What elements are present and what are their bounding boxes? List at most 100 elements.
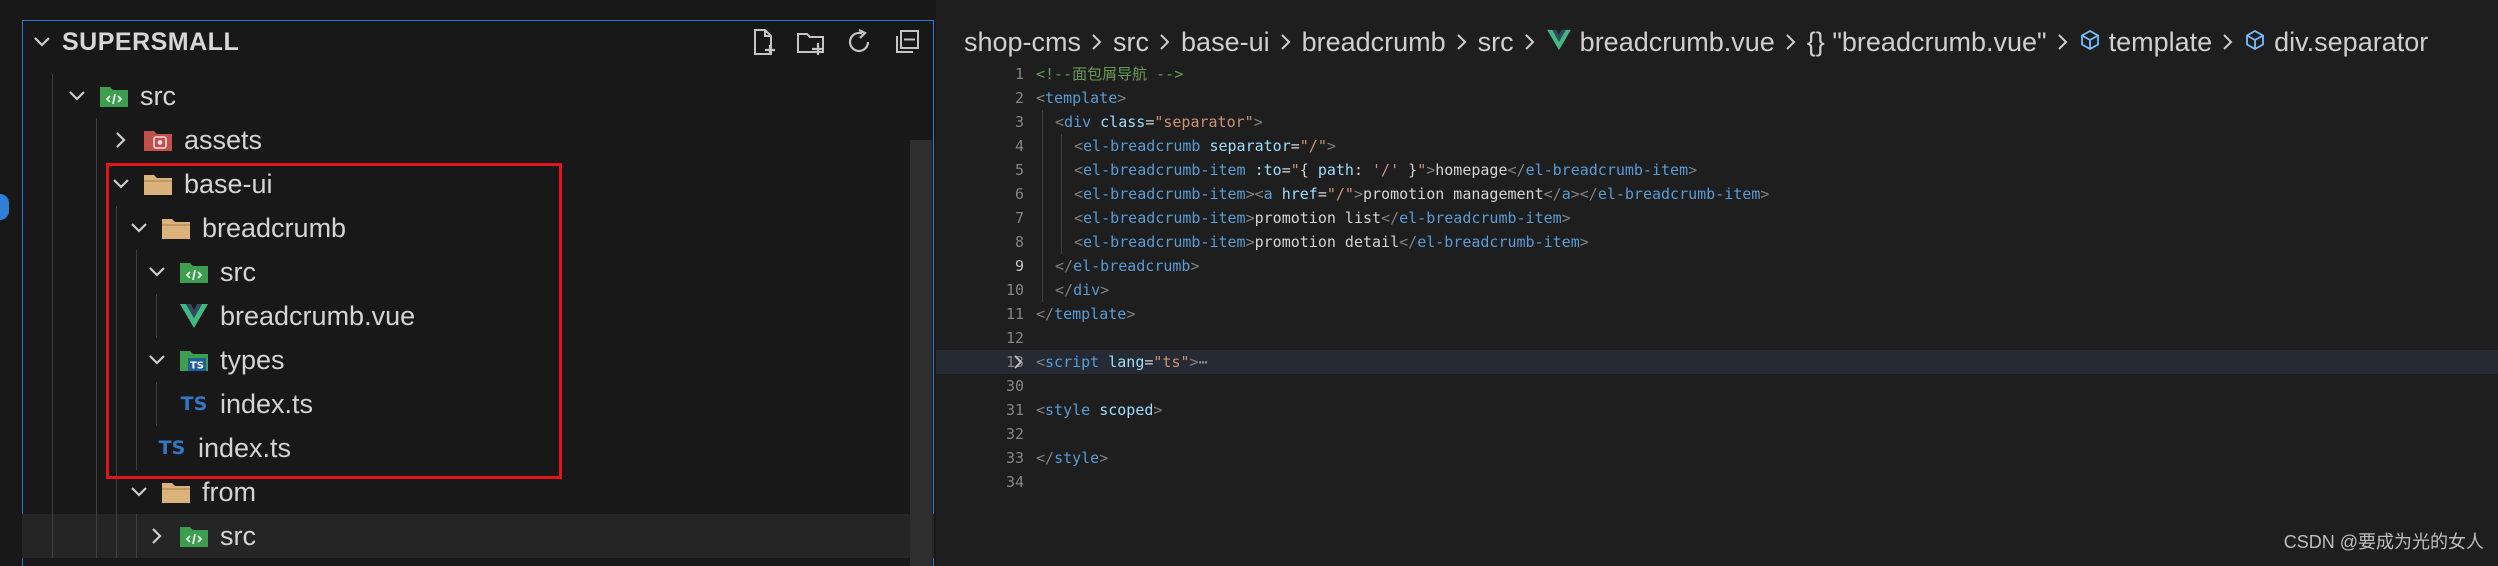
code-token: < — [1074, 209, 1084, 227]
line-number: 2 — [1014, 89, 1024, 107]
chevron-right-icon[interactable] — [110, 118, 132, 162]
code-line[interactable]: 7 <el-breadcrumb-item>promotion list</el-… — [936, 206, 2498, 230]
breadcrumb: shop-cms src base-ui breadcrumb src brea… — [964, 20, 2428, 64]
code-line[interactable]: 32 — [936, 422, 2498, 446]
code-line[interactable]: 8 <el-breadcrumb-item>promotion detail</e… — [936, 230, 2498, 254]
code-token: el-breadcrumb-item — [1083, 233, 1246, 251]
code-token: lang — [1108, 353, 1145, 371]
code-token: > — [1253, 113, 1263, 131]
code-line[interactable]: 2 <template> — [936, 86, 2498, 110]
code-token: el-breadcrumb-item — [1525, 161, 1689, 179]
indent-guide — [96, 338, 97, 382]
code-line[interactable]: 10 </div> — [936, 278, 2498, 302]
code-line[interactable]: 5 <el-breadcrumb-item :to="{ path: '/' }"… — [936, 158, 2498, 182]
code-token: style — [1054, 449, 1100, 467]
new-file-icon[interactable] — [746, 25, 780, 59]
indent-guide — [1061, 230, 1062, 254]
code-token: > — [1099, 449, 1109, 467]
code-token: > — [1245, 209, 1255, 227]
breadcrumb-item-src[interactable]: src — [1113, 27, 1149, 58]
explorer-panel: SUPERSMALL src assets base-ui breadcrumb… — [22, 0, 936, 566]
code-token: promotion management — [1363, 185, 1544, 203]
code-line[interactable]: 34 — [936, 470, 2498, 494]
indent-guide — [1061, 158, 1062, 182]
code-token: < — [1036, 353, 1046, 371]
fold-chevron-right-icon[interactable] — [1008, 350, 1028, 374]
code-token: :to — [1254, 161, 1282, 179]
explorer-section-header[interactable]: SUPERSMALL — [22, 20, 934, 64]
breadcrumb-item-project[interactable]: shop-cms — [964, 27, 1081, 58]
code-token: > — [1100, 281, 1110, 299]
code-line[interactable]: 11 </template> — [936, 302, 2498, 326]
breadcrumb-item-div-separator[interactable]: div.separator — [2244, 27, 2428, 58]
breadcrumb-label: breadcrumb.vue — [1579, 26, 1775, 57]
code-token: el-breadcrumb-item — [1417, 233, 1580, 251]
code-line[interactable]: 1 <!--面包屑导航 --> — [936, 62, 2498, 86]
indent-guide — [1042, 182, 1043, 206]
line-number: 9 — [1014, 257, 1024, 275]
code-token: < — [1055, 113, 1065, 131]
code-line[interactable]: 12 — [936, 326, 2498, 350]
code-token: promotion detail — [1254, 233, 1400, 251]
code-token: a — [1263, 185, 1273, 203]
code-line[interactable]: 6 <el-breadcrumb-item><a href="/">promoti… — [936, 182, 2498, 206]
line-number: 12 — [1005, 329, 1024, 347]
explorer-scrollbar[interactable] — [910, 140, 932, 566]
breadcrumb-item-breadcrumb[interactable]: breadcrumb — [1302, 27, 1446, 58]
code-line[interactable]: 31 <style scoped> — [936, 398, 2498, 422]
breadcrumb-item-file[interactable]: breadcrumb.vue — [1546, 27, 1775, 58]
collapse-all-icon[interactable] — [890, 25, 924, 59]
code-line[interactable]: 9 </el-breadcrumb> — [936, 254, 2498, 278]
code-text: </div> — [1055, 278, 1109, 302]
chevron-right-icon — [2222, 32, 2234, 52]
code-text: <template> — [1036, 86, 1126, 110]
tree-item-src[interactable]: src — [22, 74, 934, 118]
code-token: > — [1353, 185, 1363, 203]
code-text: <el-breadcrumb-item><a href="/">promotio… — [1074, 182, 1769, 206]
chevron-right-icon — [1456, 32, 1468, 52]
refresh-icon[interactable] — [842, 25, 876, 59]
code-line[interactable]: 13 <script lang="ts">⋯ — [936, 350, 2498, 374]
tree-item-assets[interactable]: assets — [22, 118, 934, 162]
code-text: <el-breadcrumb-item>promotion list</el-b… — [1074, 206, 1571, 230]
code-token: <!--面包屑导航 --> — [1036, 65, 1184, 83]
code-token: > — [1561, 209, 1571, 227]
breadcrumb-item-symbol[interactable]: {} "breadcrumb.vue" — [1807, 27, 2047, 58]
indent-guide — [96, 162, 97, 206]
breadcrumb-item-base-ui[interactable]: base-ui — [1181, 27, 1270, 58]
indent-guide — [1061, 182, 1062, 206]
code-token: ⋯ — [1198, 353, 1208, 371]
code-text: </el-breadcrumb> — [1055, 254, 1200, 278]
line-number: 32 — [1005, 425, 1024, 443]
breadcrumb-item-template[interactable]: template — [2079, 27, 2212, 58]
code-line[interactable]: 30 — [936, 374, 2498, 398]
chevron-right-icon — [1091, 32, 1103, 52]
code-text: </template> — [1036, 302, 1135, 326]
indent-guide — [1061, 206, 1062, 230]
chevron-right-icon[interactable] — [146, 514, 168, 558]
chevron-down-icon[interactable] — [22, 20, 62, 64]
code-token: "separator" — [1154, 113, 1254, 131]
tree-item-src[interactable]: src — [22, 514, 934, 558]
code-line[interactable]: 33 </style> — [936, 446, 2498, 470]
line-number: 3 — [1014, 113, 1024, 131]
indent-guide — [96, 250, 97, 294]
breadcrumb-item-src[interactable]: src — [1478, 27, 1514, 58]
line-number: 10 — [1005, 281, 1024, 299]
vue-icon — [1546, 27, 1572, 58]
chevron-down-icon[interactable] — [66, 74, 88, 118]
new-folder-icon[interactable] — [794, 25, 828, 59]
code-line[interactable]: 4 <el-breadcrumb separator="/"> — [936, 134, 2498, 158]
code-token: homepage — [1435, 161, 1508, 179]
code-token: > — [1760, 185, 1770, 203]
code-token: > — [1688, 161, 1698, 179]
code-token: < — [1074, 185, 1084, 203]
code-token: promotion list — [1254, 209, 1382, 227]
code-token: { — [1299, 161, 1318, 179]
indent-guide — [96, 470, 97, 514]
indent-guide — [1061, 134, 1062, 158]
code-line[interactable]: 3 <div class="separator"> — [936, 110, 2498, 134]
code-editor[interactable]: 1 <!--面包屑导航 --> 2 <template> 3 <div class="se… — [936, 62, 2498, 494]
code-token: > — [1126, 305, 1136, 323]
